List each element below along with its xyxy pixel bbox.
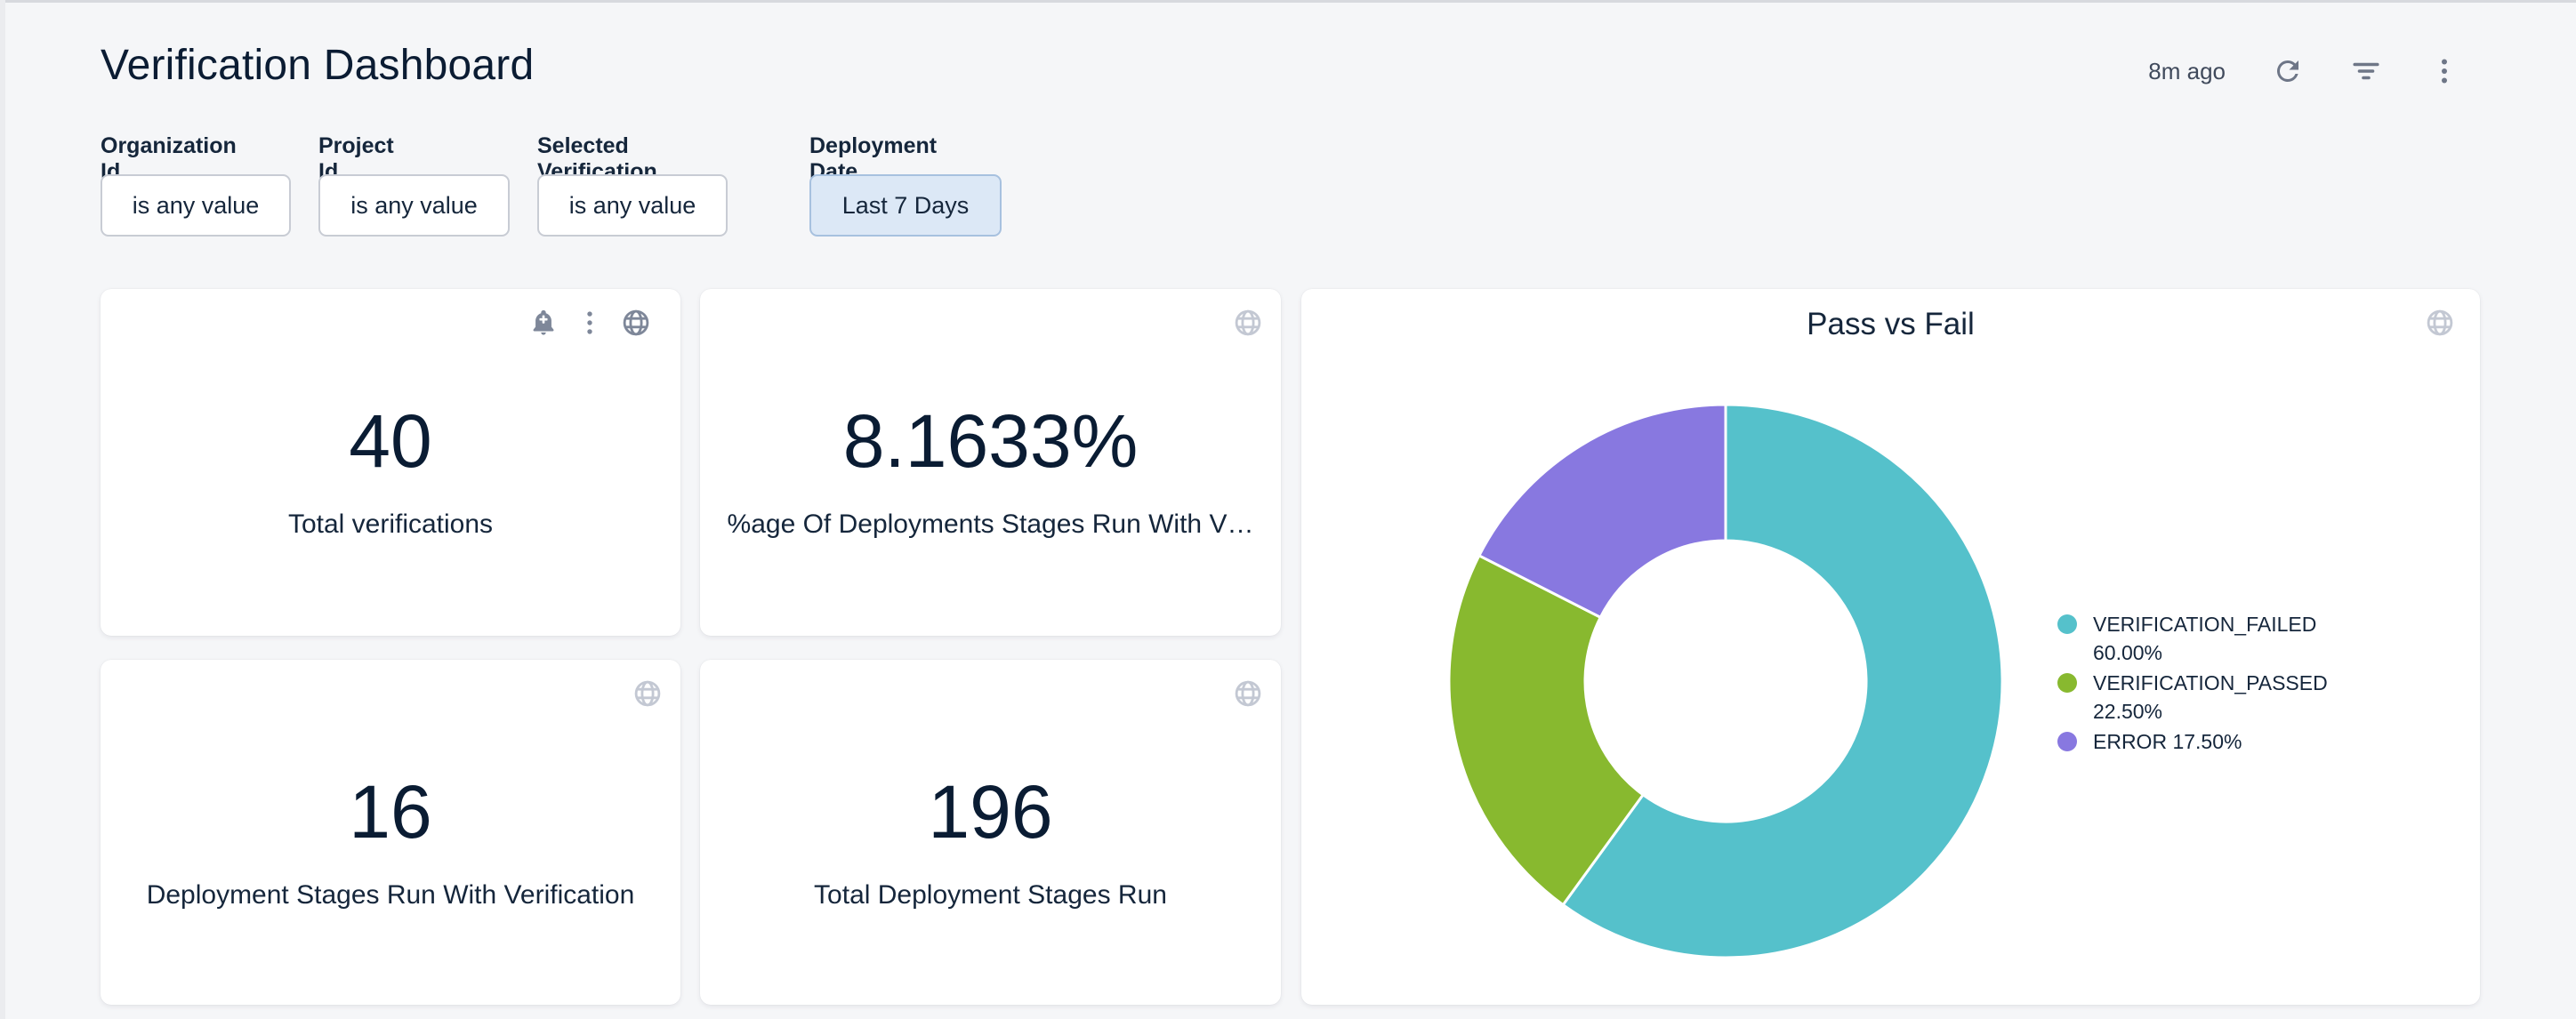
tile-pass-vs-fail-chart: Pass vs Fail VERIFICATION_FAILED 60.00%V… [1301,289,2480,1005]
tile-deployment-stages-with-verification: 16 Deployment Stages Run With Verificati… [101,660,680,1005]
legend-item-verification_failed[interactable]: VERIFICATION_FAILED 60.00% [2057,610,2335,667]
donut-chart [1441,397,2010,966]
filter-value-selected-verification-type[interactable]: is any value [537,174,728,237]
legend-label: VERIFICATION_FAILED 60.00% [2093,610,2335,667]
last-refreshed-label: 8m ago [2148,58,2226,85]
explore-from-here-button[interactable] [621,308,651,338]
donut-chart-area [1441,397,2010,966]
kpi-label: Total verifications [101,509,680,540]
legend-dot [2057,732,2077,751]
tile-percentage-deployments-with-verification: 8.1633% %age Of Deployments Stages Run W… [700,289,1281,636]
filter-value-project-id[interactable]: is any value [318,174,510,237]
refresh-icon [2272,55,2304,87]
globe-icon [632,678,663,709]
kpi-label: Total Deployment Stages Run [700,880,1281,911]
legend-label: ERROR 17.50% [2093,727,2242,756]
kebab-menu-icon [575,308,605,338]
legend-item-error[interactable]: ERROR 17.50% [2057,727,2335,756]
kpi-value: 16 [101,772,680,852]
header-actions: 8m ago [2148,50,2460,92]
kpi-label: %age Of Deployments Stages Run With V… [700,509,1281,540]
filter-value-organization-id[interactable]: is any value [101,174,291,237]
globe-icon [621,308,651,338]
page-title: Verification Dashboard [101,41,534,90]
legend-label: VERIFICATION_PASSED 22.50% [2093,669,2335,726]
legend-dot [2057,673,2077,693]
kpi-value: 196 [700,772,1281,852]
create-alert-button[interactable] [528,308,559,338]
refresh-button[interactable] [2272,55,2304,87]
tile-menu-button[interactable] [575,308,605,338]
globe-icon [1233,308,1263,338]
globe-icon [1233,678,1263,709]
explore-from-here-button[interactable] [2425,308,2455,338]
tile-total-deployment-stages-run: 196 Total Deployment Stages Run [700,660,1281,1005]
bell-plus-icon [528,308,559,338]
page-top-border [0,0,2576,3]
explore-from-here-button[interactable] [1233,678,1263,709]
chart-title: Pass vs Fail [1301,307,2480,342]
tile-total-verifications: 40 Total verifications [101,289,680,636]
kpi-label: Deployment Stages Run With Verification [101,880,680,911]
kpi-value: 8.1633% [700,401,1281,481]
explore-from-here-button[interactable] [632,678,663,709]
dashboard-menu-button[interactable] [2428,55,2460,87]
filters-toggle-button[interactable] [2350,55,2382,87]
page-left-edge [0,0,5,1019]
chart-legend: VERIFICATION_FAILED 60.00%VERIFICATION_P… [2057,610,2335,758]
kpi-value: 40 [101,401,680,481]
explore-from-here-button[interactable] [1233,308,1263,338]
kebab-menu-icon [2428,55,2460,87]
legend-item-verification_passed[interactable]: VERIFICATION_PASSED 22.50% [2057,669,2335,726]
filter-list-icon [2350,55,2382,87]
globe-icon [2425,308,2455,338]
legend-dot [2057,614,2077,634]
filter-value-deployment-date[interactable]: Last 7 Days [809,174,1002,237]
